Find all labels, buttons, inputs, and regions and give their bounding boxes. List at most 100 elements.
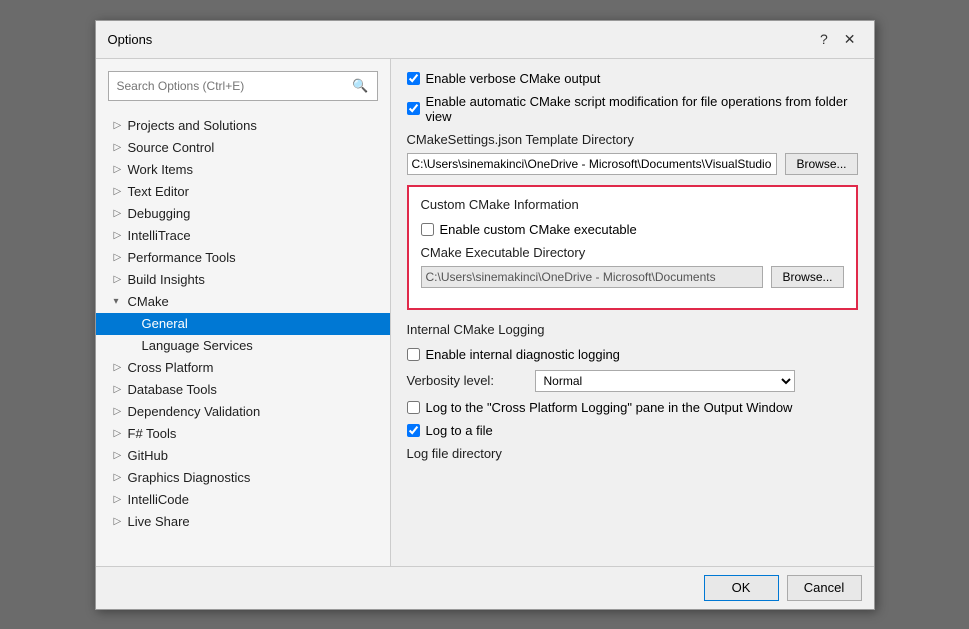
verbosity-select[interactable]: Normal Quiet Verbose [535,370,795,392]
enable-custom-label: Enable custom CMake executable [440,222,637,237]
cmake-exec-dir-label: CMake Executable Directory [421,245,844,260]
verbosity-label: Verbosity level: [407,373,527,388]
tree-arrow-github: ▷ [114,450,128,461]
sidebar-item-text-editor[interactable]: ▷Text Editor [96,181,390,203]
tree-label-graphics-diag: Graphics Diagnostics [128,470,386,485]
sidebar-item-debugging[interactable]: ▷Debugging [96,203,390,225]
internal-log-label: Enable internal diagnostic logging [426,347,620,362]
tree-label-performance-tools: Performance Tools [128,250,386,265]
tree-arrow-intellicode: ▷ [114,494,128,505]
tree-arrow-performance-tools: ▷ [114,252,128,263]
main-content: Enable verbose CMake output Enable autom… [391,59,874,566]
sidebar-item-build-insights[interactable]: ▷Build Insights [96,269,390,291]
cmake-exec-dir-input[interactable] [421,266,764,288]
tree-label-projects: Projects and Solutions [128,118,386,133]
enable-custom-row: Enable custom CMake executable [421,222,844,237]
verbose-cmake-label: Enable verbose CMake output [426,71,601,86]
sidebar-item-github[interactable]: ▷GitHub [96,445,390,467]
search-box[interactable]: 🔍 [108,71,378,101]
tree-arrow-build-insights: ▷ [114,274,128,285]
dialog-footer: OK Cancel [96,566,874,609]
tree-arrow-work-items: ▷ [114,164,128,175]
cross-platform-log-checkbox[interactable] [407,401,420,414]
sidebar-item-cross-platform[interactable]: ▷Cross Platform [96,357,390,379]
tree-label-cmake: CMake [128,294,386,309]
enable-custom-checkbox[interactable] [421,223,434,236]
tree-label-cmake-general: General [142,316,386,331]
template-dir-row: Browse... [407,153,858,175]
tree-arrow-fsharp-tools: ▷ [114,428,128,439]
sidebar: 🔍 ▷Projects and Solutions▷Source Control… [96,59,391,566]
cross-platform-log-label: Log to the "Cross Platform Logging" pane… [426,400,793,415]
sidebar-item-source-control[interactable]: ▷Source Control [96,137,390,159]
sidebar-item-projects[interactable]: ▷Projects and Solutions [96,115,390,137]
sidebar-item-cmake-general[interactable]: General [96,313,390,335]
sidebar-item-live-share[interactable]: ▷Live Share [96,511,390,533]
tree-arrow-text-editor: ▷ [114,186,128,197]
dialog-title: Options [108,32,153,47]
tree-label-text-editor: Text Editor [128,184,386,199]
title-bar-buttons: ? ✕ [814,29,862,50]
verbose-cmake-checkbox[interactable] [407,72,420,85]
tree: ▷Projects and Solutions▷Source Control▷W… [96,111,390,566]
content-scroll[interactable]: Enable verbose CMake output Enable autom… [391,59,874,566]
custom-section-title: Custom CMake Information [421,197,844,212]
tree-label-github: GitHub [128,448,386,463]
tree-label-cross-platform: Cross Platform [128,360,386,375]
close-button[interactable]: ✕ [838,29,862,50]
tree-arrow-intellitrace: ▷ [114,230,128,241]
tree-label-dep-validation: Dependency Validation [128,404,386,419]
cross-platform-log-row: Log to the "Cross Platform Logging" pane… [407,400,858,415]
internal-log-checkbox[interactable] [407,348,420,361]
tree-label-database-tools: Database Tools [128,382,386,397]
log-to-file-row: Log to a file [407,423,858,438]
auto-script-checkbox[interactable] [407,102,420,115]
cmake-exec-dir-row: Browse... [421,266,844,288]
sidebar-item-performance-tools[interactable]: ▷Performance Tools [96,247,390,269]
auto-script-label: Enable automatic CMake script modificati… [426,94,858,124]
search-input[interactable] [117,79,353,93]
sidebar-item-intellicode[interactable]: ▷IntelliCode [96,489,390,511]
sidebar-item-cmake-lang[interactable]: Language Services [96,335,390,357]
search-icon[interactable]: 🔍 [352,78,368,94]
custom-cmake-section: Custom CMake Information Enable custom C… [407,185,858,310]
sidebar-item-database-tools[interactable]: ▷Database Tools [96,379,390,401]
browse2-button[interactable]: Browse... [771,266,843,288]
browse1-button[interactable]: Browse... [785,153,857,175]
tree-arrow-live-share: ▷ [114,516,128,527]
verbose-cmake-row: Enable verbose CMake output [407,71,858,86]
tree-label-live-share: Live Share [128,514,386,529]
tree-arrow-source-control: ▷ [114,142,128,153]
tree-label-intellicode: IntelliCode [128,492,386,507]
auto-script-row: Enable automatic CMake script modificati… [407,94,858,124]
tree-arrow-graphics-diag: ▷ [114,472,128,483]
tree-label-intellitrace: IntelliTrace [128,228,386,243]
tree-label-fsharp-tools: F# Tools [128,426,386,441]
tree-label-cmake-lang: Language Services [142,338,386,353]
help-button[interactable]: ? [814,29,834,49]
dialog-body: 🔍 ▷Projects and Solutions▷Source Control… [96,59,874,566]
sidebar-item-intellitrace[interactable]: ▷IntelliTrace [96,225,390,247]
template-dir-input[interactable] [407,153,778,175]
sidebar-item-dep-validation[interactable]: ▷Dependency Validation [96,401,390,423]
sidebar-item-work-items[interactable]: ▷Work Items [96,159,390,181]
tree-arrow-cross-platform: ▷ [114,362,128,373]
cancel-button[interactable]: Cancel [787,575,862,601]
internal-log-row: Enable internal diagnostic logging [407,347,858,362]
tree-label-source-control: Source Control [128,140,386,155]
log-to-file-label: Log to a file [426,423,493,438]
sidebar-item-cmake[interactable]: ▾CMake [96,291,390,313]
template-dir-label: CMakeSettings.json Template Directory [407,132,858,147]
log-file-dir-label: Log file directory [407,446,858,461]
logging-section-title: Internal CMake Logging [407,322,858,337]
sidebar-item-graphics-diag[interactable]: ▷Graphics Diagnostics [96,467,390,489]
tree-label-build-insights: Build Insights [128,272,386,287]
options-dialog: Options ? ✕ 🔍 ▷Projects and Solutions▷So… [95,20,875,610]
sidebar-item-fsharp-tools[interactable]: ▷F# Tools [96,423,390,445]
ok-button[interactable]: OK [704,575,779,601]
tree-arrow-database-tools: ▷ [114,384,128,395]
title-bar: Options ? ✕ [96,21,874,59]
tree-arrow-cmake: ▾ [114,296,128,307]
tree-arrow-debugging: ▷ [114,208,128,219]
log-to-file-checkbox[interactable] [407,424,420,437]
